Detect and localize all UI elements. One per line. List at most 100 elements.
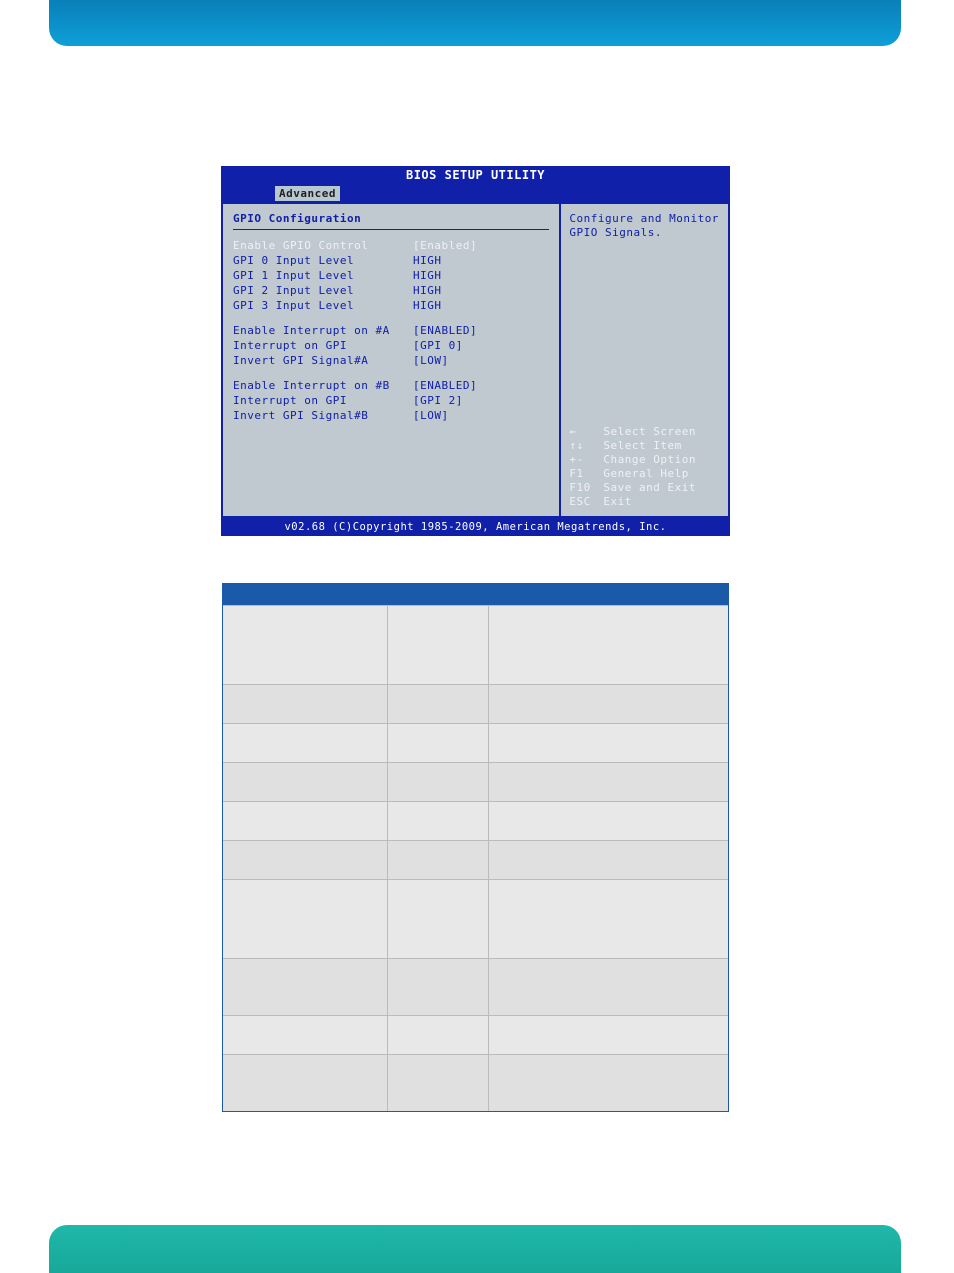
bios-option-row[interactable]: GPI 0 Input LevelHIGH (233, 253, 549, 268)
help-key: +- (569, 453, 603, 466)
option-value: [ENABLED] (413, 324, 477, 337)
option-label: Interrupt on GPI (233, 394, 413, 407)
bios-option-row[interactable]: Interrupt on GPI[GPI 0] (233, 338, 549, 353)
table-cell (489, 880, 728, 958)
bios-tabbar: Advanced (221, 184, 730, 202)
top-banner (49, 0, 901, 46)
table-row (223, 684, 728, 723)
option-label: Invert GPI Signal#A (233, 354, 413, 367)
bios-option-row[interactable]: Enable Interrupt on #B[ENABLED] (233, 378, 549, 393)
table-cell (223, 802, 388, 840)
table-cell (489, 685, 728, 723)
option-label: Enable Interrupt on #A (233, 324, 413, 337)
table-row (223, 762, 728, 801)
bios-option-row[interactable]: GPI 3 Input LevelHIGH (233, 298, 549, 313)
option-value: [ENABLED] (413, 379, 477, 392)
help-text: Configure and Monitor GPIO Signals. (569, 212, 720, 240)
table-row (223, 605, 728, 684)
bios-option-row[interactable]: Enable Interrupt on #A[ENABLED] (233, 323, 549, 338)
table-cell (223, 763, 388, 801)
help-key-row: F1General Help (569, 467, 720, 480)
bios-right-panel: Configure and Monitor GPIO Signals. ←Sel… (559, 202, 730, 518)
table-cell (388, 802, 489, 840)
help-key-desc: Select Item (603, 439, 681, 452)
bios-option-row[interactable]: Interrupt on GPI[GPI 2] (233, 393, 549, 408)
bios-screenshot: BIOS SETUP UTILITY Advanced GPIO Configu… (221, 166, 730, 548)
help-key: ↑↓ (569, 439, 603, 452)
tab-advanced[interactable]: Advanced (275, 186, 340, 201)
table-cell (489, 959, 728, 1015)
table-cell (388, 724, 489, 762)
table-cell (388, 1055, 489, 1111)
table-cell (489, 802, 728, 840)
table-row (223, 801, 728, 840)
table-cell (223, 606, 388, 684)
option-label: GPI 0 Input Level (233, 254, 413, 267)
bios-footer: v02.68 (C)Copyright 1985-2009, American … (221, 518, 730, 536)
help-key: F1 (569, 467, 603, 480)
help-key: ← (569, 425, 603, 438)
table-cell (223, 1016, 388, 1054)
table-cell (223, 880, 388, 958)
help-key: ESC (569, 495, 603, 508)
bios-option-row[interactable]: GPI 2 Input LevelHIGH (233, 283, 549, 298)
help-key-desc: Select Screen (603, 425, 696, 438)
bottom-banner (49, 1225, 901, 1273)
option-value: [GPI 2] (413, 394, 463, 407)
table-row (223, 723, 728, 762)
option-label: Enable Interrupt on #B (233, 379, 413, 392)
help-key-desc: General Help (603, 467, 688, 480)
option-value: [GPI 0] (413, 339, 463, 352)
table-row (223, 1015, 728, 1054)
option-value: HIGH (413, 254, 442, 267)
table-row (223, 879, 728, 958)
bios-option-row[interactable]: GPI 1 Input LevelHIGH (233, 268, 549, 283)
option-label: Invert GPI Signal#B (233, 409, 413, 422)
section-divider (233, 229, 549, 230)
table-cell (489, 763, 728, 801)
table-cell (223, 959, 388, 1015)
help-key: F10 (569, 481, 603, 494)
help-key-desc: Save and Exit (603, 481, 696, 494)
table-cell (388, 685, 489, 723)
help-key-row: ↑↓Select Item (569, 439, 720, 452)
bios-title: BIOS SETUP UTILITY (221, 166, 730, 184)
table-cell (489, 606, 728, 684)
option-label: GPI 2 Input Level (233, 284, 413, 297)
bios-body: GPIO Configuration Enable GPIO Control[E… (221, 202, 730, 518)
help-key-row: +-Change Option (569, 453, 720, 466)
option-label: GPI 1 Input Level (233, 269, 413, 282)
help-key-desc: Change Option (603, 453, 696, 466)
option-label: Enable GPIO Control (233, 239, 413, 252)
table-cell (223, 724, 388, 762)
table-cell (388, 1016, 489, 1054)
bios-option-row[interactable]: Invert GPI Signal#A[LOW] (233, 353, 549, 368)
help-keys: ←Select Screen↑↓Select Item+-Change Opti… (569, 424, 720, 508)
help-key-row: ESCExit (569, 495, 720, 508)
bios-left-panel: GPIO Configuration Enable GPIO Control[E… (221, 202, 559, 518)
bios-option-row[interactable]: Enable GPIO Control[Enabled] (233, 238, 549, 253)
table-row (223, 958, 728, 1015)
section-title: GPIO Configuration (233, 212, 549, 225)
help-key-desc: Exit (603, 495, 632, 508)
table-cell (223, 1055, 388, 1111)
table-cell (388, 880, 489, 958)
option-value: HIGH (413, 269, 442, 282)
option-label: Interrupt on GPI (233, 339, 413, 352)
table-row (223, 840, 728, 879)
bios-option-row[interactable]: Invert GPI Signal#B[LOW] (233, 408, 549, 423)
option-value: [Enabled] (413, 239, 477, 252)
option-value: HIGH (413, 299, 442, 312)
table-cell (489, 724, 728, 762)
option-label: GPI 3 Input Level (233, 299, 413, 312)
table-header (223, 584, 728, 605)
option-value: [LOW] (413, 354, 449, 367)
help-key-row: ←Select Screen (569, 425, 720, 438)
table-cell (388, 841, 489, 879)
table-cell (223, 685, 388, 723)
option-value: [LOW] (413, 409, 449, 422)
table-cell (489, 1055, 728, 1111)
table-row (223, 1054, 728, 1111)
table-cell (489, 1016, 728, 1054)
table-cell (388, 606, 489, 684)
